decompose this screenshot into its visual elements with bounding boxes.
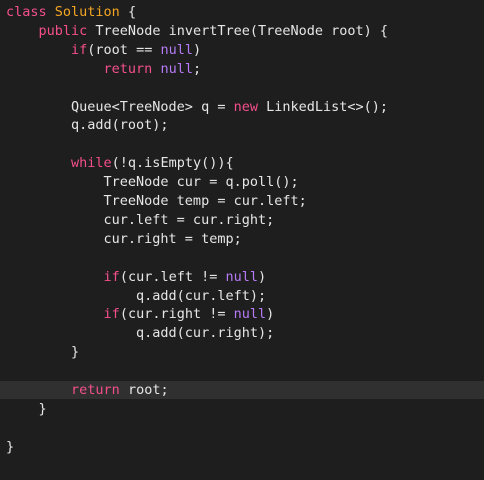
code-token: { — [119, 4, 137, 20]
code-line[interactable]: q.add(root); — [0, 116, 484, 134]
null-literal-token: null — [160, 60, 193, 77]
code-token: ) — [192, 41, 202, 58]
code-token: } — [6, 400, 47, 417]
code-line[interactable] — [0, 362, 484, 380]
null-literal-token: null — [160, 41, 193, 58]
code-line[interactable]: return null; — [0, 60, 484, 78]
code-token: TreeNode cur = q.poll(); — [6, 174, 299, 191]
code-line[interactable]: } — [0, 438, 484, 456]
code-token: LinkedList<>(); — [257, 98, 389, 115]
code-token: } — [6, 438, 15, 455]
code-token: cur.right = temp; — [6, 230, 242, 247]
keyword-token: if — [103, 306, 120, 323]
null-literal-token: null — [225, 268, 258, 285]
code-token: TreeNode temp = cur.left; — [6, 193, 307, 209]
code-token: q.add(root); — [6, 117, 169, 134]
code-token: (root == — [87, 41, 161, 58]
code-line[interactable]: if(root == null) — [0, 41, 484, 59]
code-line[interactable]: TreeNode temp = cur.left; — [0, 192, 484, 210]
code-line[interactable] — [0, 79, 484, 97]
code-editor[interactable]: class Solution { public TreeNode invertT… — [0, 0, 484, 480]
keyword-token: class — [6, 4, 55, 20]
code-token: q.add(cur.left); — [6, 287, 267, 304]
keyword-token: if — [71, 41, 88, 58]
keyword-token: return — [103, 60, 153, 77]
class-name-token: Solution — [54, 4, 120, 20]
null-literal-token: null — [233, 306, 267, 323]
code-line[interactable] — [0, 419, 484, 437]
code-token: Queue<TreeNode> q = — [6, 98, 234, 115]
code-token: TreeNode invertTree(TreeNode root) { — [87, 22, 389, 39]
code-token: root; — [119, 382, 169, 398]
code-token: (cur.right != — [119, 306, 234, 323]
code-line[interactable]: while(!q.isEmpty()){ — [0, 154, 484, 172]
code-line[interactable]: cur.left = cur.right; — [0, 211, 484, 229]
code-token: (cur.left != — [119, 268, 226, 285]
code-line[interactable] — [0, 249, 484, 267]
code-token: ) — [258, 268, 267, 285]
code-line[interactable]: cur.right = temp; — [0, 230, 484, 248]
keyword-token: new — [233, 98, 258, 115]
code-line[interactable] — [0, 135, 484, 153]
code-token: q.add(cur.right); — [6, 325, 275, 342]
code-token: ) — [266, 306, 275, 323]
code-line-current[interactable]: return root; — [0, 381, 484, 399]
keyword-token: return — [71, 382, 120, 398]
code-line[interactable]: q.add(cur.left); — [0, 287, 484, 305]
keyword-token: while — [71, 155, 112, 172]
code-line[interactable]: } — [0, 343, 484, 361]
code-line[interactable]: TreeNode cur = q.poll(); — [0, 173, 484, 191]
code-line[interactable]: if(cur.left != null) — [0, 268, 484, 286]
keyword-token: if — [103, 268, 120, 285]
code-line[interactable]: q.add(cur.right); — [0, 324, 484, 342]
keyword-token: public — [38, 22, 88, 39]
code-line[interactable]: public TreeNode invertTree(TreeNode root… — [0, 22, 484, 40]
code-token: ; — [192, 60, 202, 77]
code-token: } — [6, 344, 80, 361]
code-line[interactable]: } — [0, 400, 484, 418]
code-token: (!q.isEmpty()){ — [111, 155, 234, 172]
code-line[interactable]: Queue<TreeNode> q = new LinkedList<>(); — [0, 98, 484, 116]
code-token: cur.left = cur.right; — [6, 211, 275, 228]
code-line[interactable]: if(cur.right != null) — [0, 305, 484, 323]
code-line[interactable]: class Solution { — [0, 3, 484, 21]
